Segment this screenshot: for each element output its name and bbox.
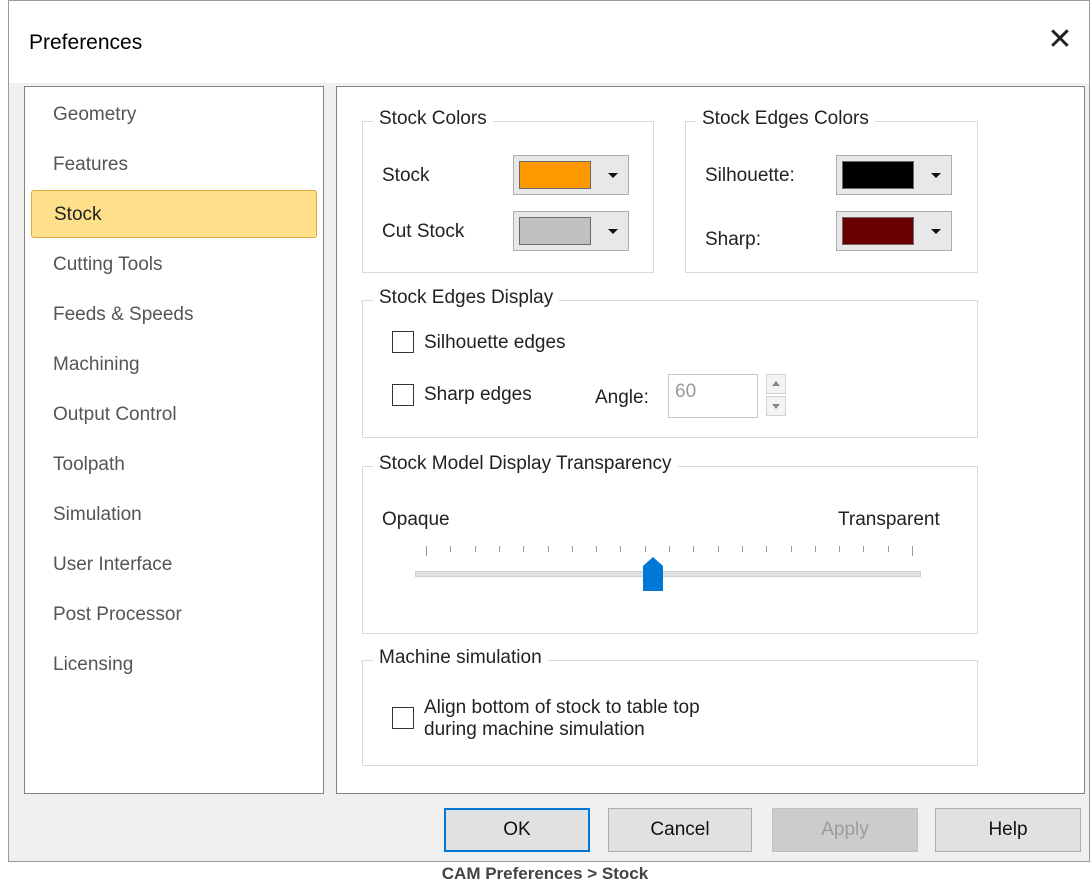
slider-tick xyxy=(426,546,427,556)
slider-tick xyxy=(863,546,865,552)
slider-tick xyxy=(547,546,549,552)
sharp-edges-label[interactable]: Sharp edges xyxy=(424,384,532,406)
align-stock-label[interactable]: Align bottom of stock to table top durin… xyxy=(424,697,700,741)
nav-item-feeds-speeds[interactable]: Feeds & Speeds xyxy=(31,291,317,339)
silhouette-color-picker[interactable] xyxy=(836,155,952,195)
angle-input[interactable]: 60 xyxy=(668,374,758,418)
ok-button[interactable]: OK xyxy=(444,808,590,852)
silhouette-edges-label[interactable]: Silhouette edges xyxy=(424,332,566,354)
slider-tick xyxy=(596,546,598,552)
apply-button[interactable]: Apply xyxy=(772,808,918,852)
transparency-legend: Stock Model Display Transparency xyxy=(373,453,678,475)
angle-label: Angle: xyxy=(595,387,649,408)
cut-stock-color-swatch xyxy=(519,217,591,245)
slider-tick xyxy=(620,546,622,552)
dialog-title: Preferences xyxy=(29,31,143,54)
cancel-button[interactable]: Cancel xyxy=(608,808,752,852)
sharp-color-swatch xyxy=(842,217,914,245)
edges-display-legend: Stock Edges Display xyxy=(373,287,560,309)
nav-item-licensing[interactable]: Licensing xyxy=(31,641,317,689)
nav-item-toolpath[interactable]: Toolpath xyxy=(31,441,317,489)
slider-tick xyxy=(912,546,913,556)
slider-tick xyxy=(450,546,452,552)
align-stock-checkbox[interactable] xyxy=(392,707,414,729)
transparency-slider-thumb[interactable] xyxy=(642,556,664,592)
stock-color-label: Stock xyxy=(382,165,430,186)
nav-item-post-processor[interactable]: Post Processor xyxy=(31,591,317,639)
slider-tick xyxy=(790,546,792,552)
angle-spinner xyxy=(766,374,786,418)
slider-tick xyxy=(839,546,841,552)
nav-item-output-control[interactable]: Output Control xyxy=(31,391,317,439)
align-stock-label-line2: during machine simulation xyxy=(424,719,645,740)
figure-caption: CAM Preferences > Stock xyxy=(441,864,649,883)
nav-item-stock[interactable]: Stock xyxy=(31,190,317,238)
stock-colors-legend: Stock Colors xyxy=(373,108,493,130)
opaque-label: Opaque xyxy=(382,509,450,530)
spin-up-icon[interactable] xyxy=(766,374,786,394)
nav-item-user-interface[interactable]: User Interface xyxy=(31,541,317,589)
close-icon[interactable]: ✕ xyxy=(1045,25,1075,55)
slider-tick xyxy=(766,546,768,552)
cut-stock-color-picker[interactable] xyxy=(513,211,629,251)
cut-stock-color-label: Cut Stock xyxy=(382,221,465,242)
title-bar: Preferences ✕ xyxy=(9,1,1089,83)
help-button[interactable]: Help xyxy=(935,808,1081,852)
slider-tick xyxy=(693,546,695,552)
silhouette-color-label: Silhouette: xyxy=(705,165,795,186)
slider-tick xyxy=(741,546,743,552)
slider-tick xyxy=(498,546,500,552)
stock-color-picker[interactable] xyxy=(513,155,629,195)
edge-colors-legend: Stock Edges Colors xyxy=(696,108,875,130)
slider-tick xyxy=(717,546,719,552)
chevron-down-icon xyxy=(608,229,618,234)
stock-color-swatch xyxy=(519,161,591,189)
align-stock-label-line1: Align bottom of stock to table top xyxy=(424,697,700,718)
machine-sim-legend: Machine simulation xyxy=(373,647,548,669)
chevron-down-icon xyxy=(931,173,941,178)
slider-tick xyxy=(523,546,525,552)
slider-tick xyxy=(669,546,670,552)
chevron-down-icon xyxy=(608,173,618,178)
spin-down-icon[interactable] xyxy=(766,396,786,416)
sharp-color-label: Sharp: xyxy=(705,229,761,250)
sharp-color-picker[interactable] xyxy=(836,211,952,251)
silhouette-color-swatch xyxy=(842,161,914,189)
silhouette-edges-checkbox[interactable] xyxy=(392,331,414,353)
chevron-down-icon xyxy=(931,229,941,234)
slider-tick xyxy=(474,546,476,552)
category-list: Geometry Features Stock Cutting Tools Fe… xyxy=(24,86,324,794)
nav-item-machining[interactable]: Machining xyxy=(31,341,317,389)
slider-tick xyxy=(571,546,573,552)
nav-item-features[interactable]: Features xyxy=(31,141,317,189)
nav-item-cutting-tools[interactable]: Cutting Tools xyxy=(31,241,317,289)
slider-tick xyxy=(814,546,816,552)
slider-tick xyxy=(644,546,646,552)
nav-item-geometry[interactable]: Geometry xyxy=(31,91,317,139)
sharp-edges-checkbox[interactable] xyxy=(392,384,414,406)
transparent-label: Transparent xyxy=(838,509,940,530)
slider-tick xyxy=(887,546,889,552)
slider-ticks xyxy=(426,546,913,556)
transparency-slider-track[interactable] xyxy=(415,571,921,577)
nav-item-simulation[interactable]: Simulation xyxy=(31,491,317,539)
